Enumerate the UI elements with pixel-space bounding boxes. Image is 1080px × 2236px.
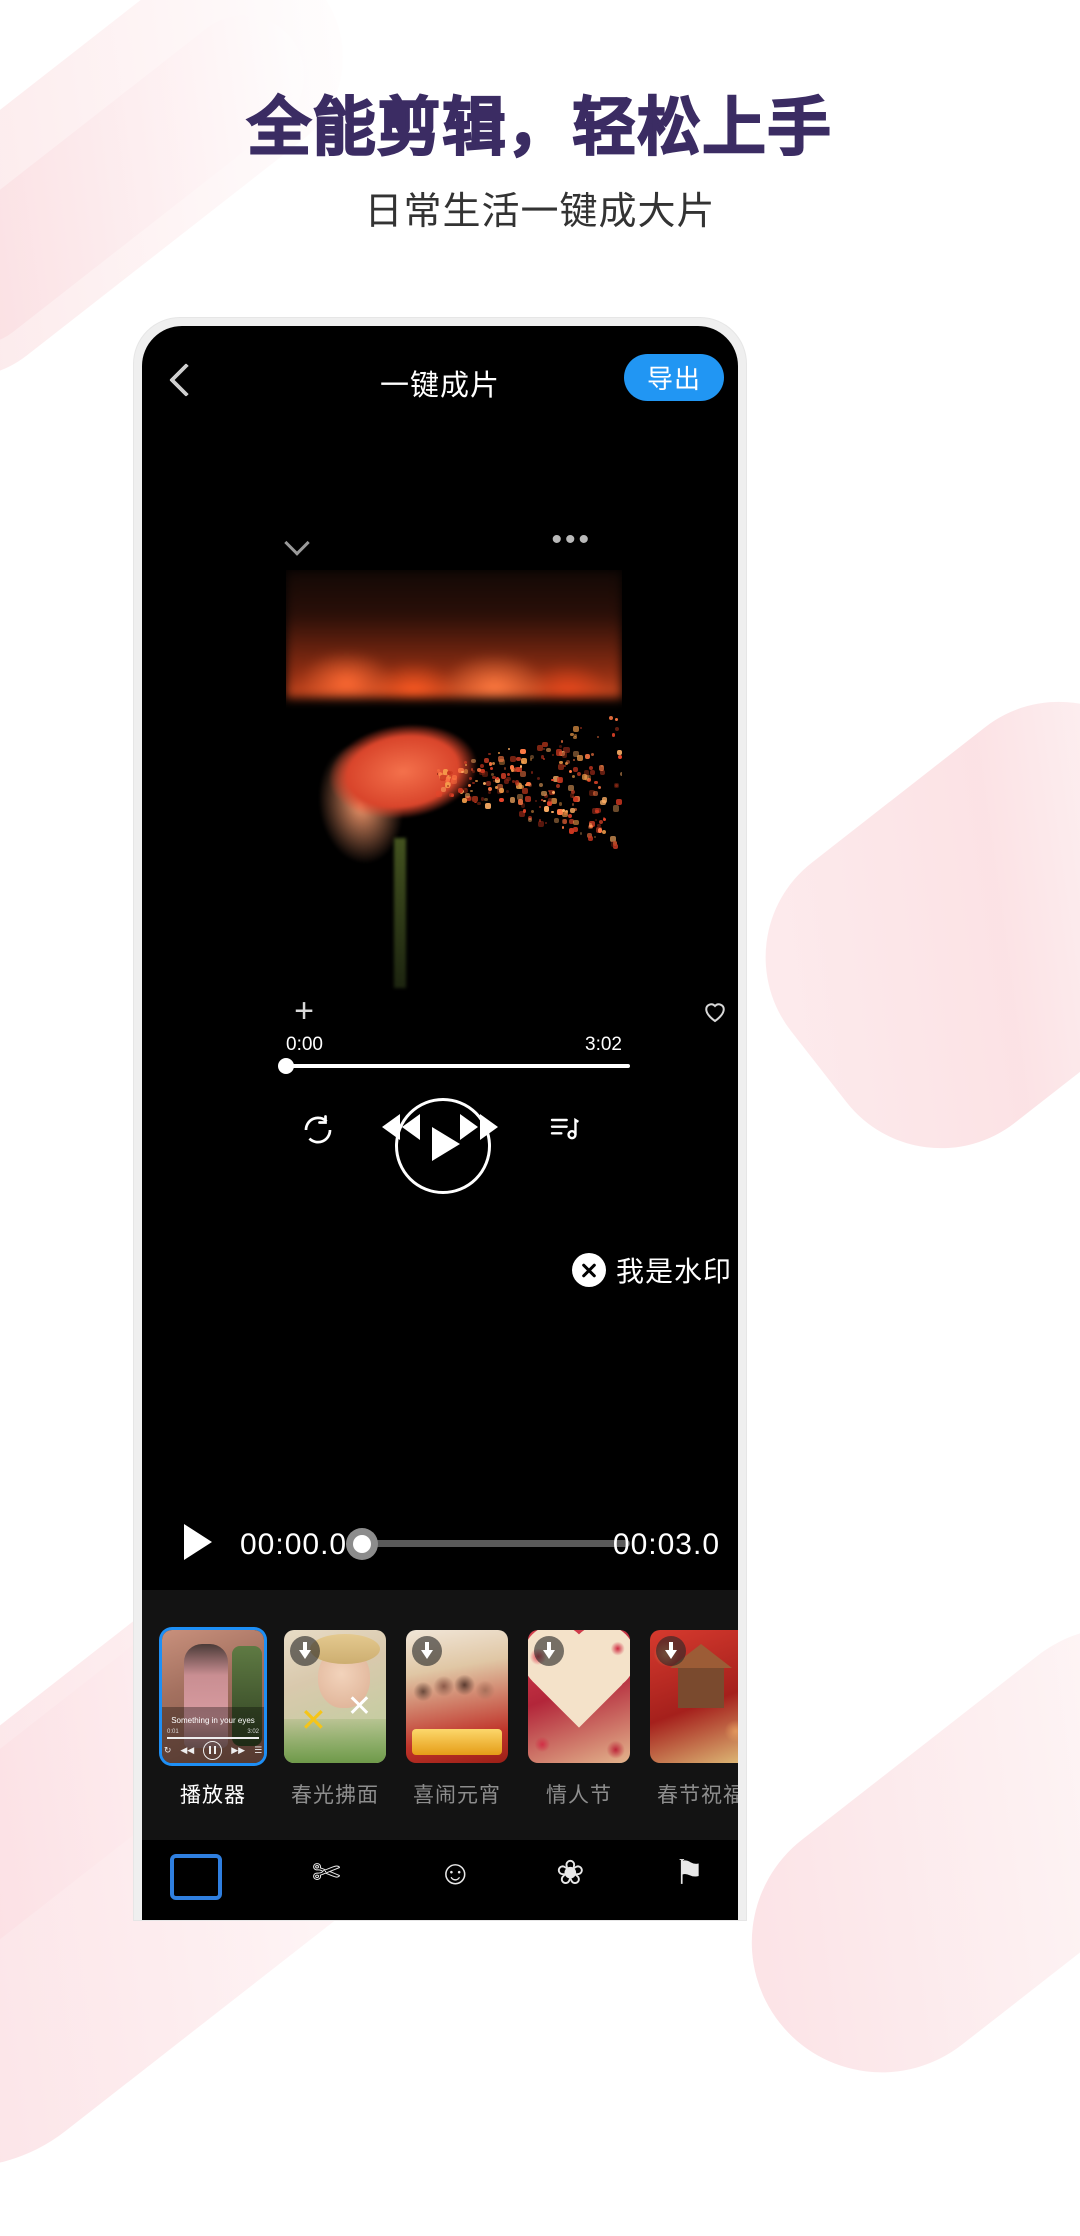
bottom-toolbar: ✄ ☺ ❀ ⚑	[142, 1840, 738, 1920]
thumb-next-icon: ▶▶	[231, 1745, 245, 1756]
loop-icon[interactable]	[300, 1112, 336, 1148]
download-icon[interactable]	[656, 1636, 686, 1666]
thumb-loop-icon: ↻	[164, 1745, 172, 1756]
thumb-mini-times: 0:01 3:02	[167, 1729, 259, 1735]
template-item-valentine[interactable]: 情人节	[528, 1630, 630, 1840]
phone-mockup: 一键成片 导出 ••• + 0:00 3:02 我是水印 00:00.0 00:…	[134, 318, 746, 1920]
playlist-icon[interactable]	[548, 1112, 580, 1144]
template-item-lantern[interactable]: 喜闹元宵	[406, 1630, 508, 1840]
template-thumbnail[interactable]	[406, 1630, 508, 1763]
flag-icon[interactable]: ⚑	[674, 1854, 704, 1892]
timeline-scrub-handle[interactable]	[346, 1528, 378, 1560]
template-item-player[interactable]: Something in your eyes 0:01 3:02 ↻ ◀◀ ▶▶…	[162, 1630, 264, 1840]
promo-headline: 全能剪辑，轻松上手	[0, 96, 1080, 159]
thumb-mini-controls: ↻ ◀◀ ▶▶ ☰	[162, 1739, 264, 1761]
template-list[interactable]: Something in your eyes 0:01 3:02 ↻ ◀◀ ▶▶…	[142, 1630, 738, 1840]
timeline-play-icon[interactable]	[184, 1524, 212, 1560]
preview-total-time: 3:02	[585, 1034, 622, 1056]
fast-forward-icon[interactable]	[458, 1112, 500, 1147]
thumb-mini-start: 0:01	[167, 1729, 179, 1735]
preview-current-time: 0:00	[286, 1034, 323, 1056]
artwork-blurred-band	[286, 570, 622, 698]
decorative-ribbon-bottom-right	[699, 1575, 1080, 2125]
plus-icon[interactable]: +	[290, 998, 318, 1026]
ellipsis-icon[interactable]: •••	[551, 530, 592, 550]
close-circle-icon[interactable]	[572, 1253, 606, 1287]
thumb-art-gold-text	[412, 1729, 502, 1755]
phone-screen: 一键成片 导出 ••• + 0:00 3:02 我是水印 00:00.0 00:…	[142, 326, 738, 1920]
artwork-stem	[394, 838, 406, 988]
template-thumbnail[interactable]: ✕ ✕	[284, 1630, 386, 1763]
watermark-chip[interactable]: 我是水印	[572, 1248, 732, 1292]
thumb-x-mark-yellow: ✕	[300, 1704, 327, 1736]
download-icon[interactable]	[290, 1636, 320, 1666]
preview-header-row: •••	[142, 526, 738, 566]
template-item-spring[interactable]: ✕ ✕ 春光拂面	[284, 1630, 386, 1840]
timeline-bar: 00:00.0 00:03.0	[142, 1490, 738, 1590]
template-item-newyear[interactable]: 春节祝福	[650, 1630, 738, 1840]
watermark-text: 我是水印	[616, 1250, 732, 1290]
transport-controls	[142, 1098, 738, 1188]
scissors-icon[interactable]: ✄	[312, 1854, 341, 1892]
thumb-x-mark-white: ✕	[347, 1692, 372, 1722]
decorative-ribbon-top-left-2	[0, 0, 328, 369]
video-preview-stage[interactable]: ••• + 0:00 3:02 我是水印	[142, 430, 738, 1490]
thumb-art-hat	[310, 1634, 380, 1664]
thumb-mini-end: 3:02	[247, 1729, 259, 1735]
thumb-list-icon: ☰	[254, 1745, 262, 1756]
download-icon[interactable]	[412, 1636, 442, 1666]
template-strip: Something in your eyes 0:01 3:02 ↻ ◀◀ ▶▶…	[142, 1590, 738, 1840]
preview-progress-handle[interactable]	[278, 1058, 294, 1074]
timeline-track[interactable]	[370, 1540, 630, 1547]
chevron-down-icon[interactable]	[288, 534, 310, 556]
thumb-mini-title: Something in your eyes	[162, 1716, 264, 1725]
crop-frame-icon[interactable]	[170, 1854, 222, 1900]
template-thumbnail[interactable]	[650, 1630, 738, 1763]
download-icon[interactable]	[534, 1636, 564, 1666]
timeline-end-time: 00:03.0	[613, 1528, 720, 1562]
artwork-particles	[436, 680, 622, 880]
template-label: 春光拂面	[284, 1779, 386, 1809]
timeline-start-time: 00:00.0	[240, 1528, 347, 1562]
thumb-prev-icon: ◀◀	[180, 1745, 194, 1756]
template-thumbnail[interactable]: Something in your eyes 0:01 3:02 ↻ ◀◀ ▶▶…	[162, 1630, 264, 1763]
app-top-bar: 一键成片 导出	[142, 340, 738, 430]
template-label: 春节祝福	[650, 1779, 738, 1809]
sticker-icon[interactable]: ❀	[556, 1854, 585, 1892]
thumb-pause-icon	[203, 1741, 222, 1760]
template-label: 喜闹元宵	[406, 1779, 508, 1809]
promo-subheadline: 日常生活一键成大片	[0, 192, 1080, 230]
preview-time-row: 0:00 3:02	[286, 1034, 622, 1058]
smiley-icon[interactable]: ☺	[438, 1854, 473, 1892]
decorative-ribbon-right	[717, 653, 1080, 1196]
template-label: 播放器	[162, 1779, 264, 1809]
template-label: 情人节	[528, 1779, 630, 1809]
template-thumbnail[interactable]	[528, 1630, 630, 1763]
preview-artwork	[286, 570, 622, 1010]
export-button[interactable]: 导出	[624, 354, 724, 401]
preview-progress-track[interactable]	[282, 1064, 630, 1068]
heart-icon[interactable]	[700, 996, 730, 1026]
